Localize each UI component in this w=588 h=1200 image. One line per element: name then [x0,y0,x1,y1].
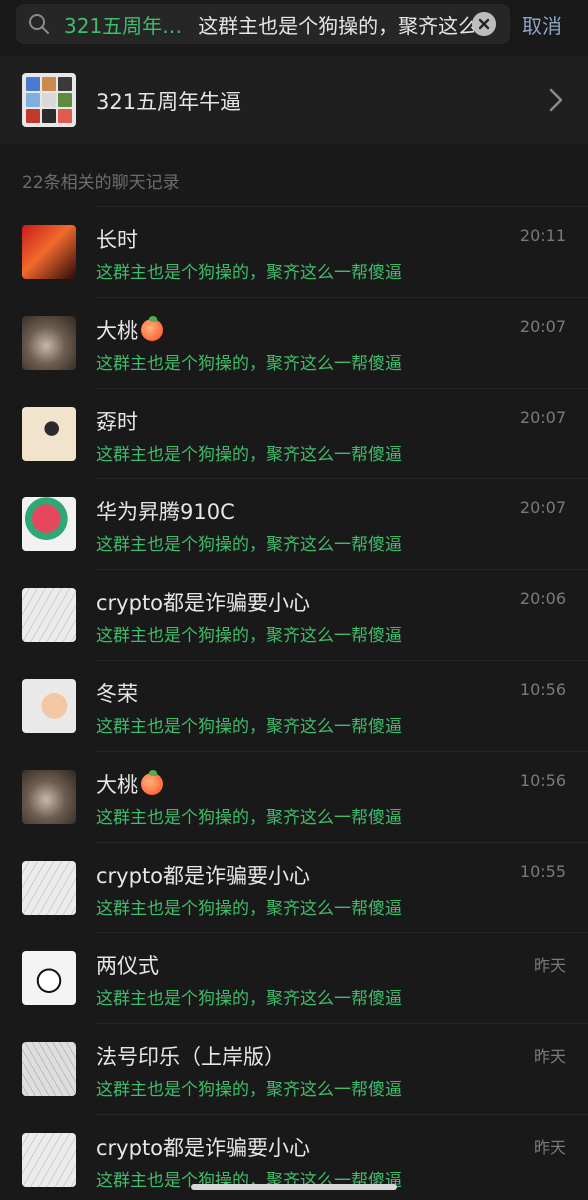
row-divider [96,1023,588,1025]
home-indicator [191,1184,397,1190]
sketch-avatar [22,1132,76,1187]
baby-avatar [22,678,76,733]
message-result-row[interactable]: crypto都是诈骗要小心这群主也是个狗操的，聚齐这么一帮傻逼 20:06 [0,569,588,660]
section-header: 22条相关的聊天记录 [22,173,180,193]
pencil-avatar [22,1042,76,1097]
message-result-row[interactable]: 大桃这群主也是个狗操的，聚齐这么一帮傻逼 20:07 [0,296,588,388]
message-result-row[interactable]: 长时这群主也是个狗操的，聚齐这么一帮傻逼 20:11 [0,206,588,297]
peach-icon [141,769,163,795]
message-time: 20:07 [519,316,566,336]
sender-name: 华为昇腾910C [96,500,235,525]
row-divider [96,569,588,571]
message-preview: 这群主也是个狗操的，聚齐这么一帮傻逼 [96,807,402,828]
sender-name: crypto都是诈骗要小心 [96,591,311,616]
sender-name: 大桃 [96,315,163,345]
sender-name: crypto都是诈骗要小心 [96,1135,311,1160]
message-results-list: 长时 这群主也是个狗操的，聚齐这么一帮傻逼 20:11 大桃 这群主也是个狗操的，聚齐这… [0,206,588,1200]
message-preview: 这群主也是个狗操的，聚齐这么一帮傻逼 [96,444,402,465]
sender-name: crypto都是诈骗要小心 [96,863,311,888]
message-preview: 这群主也是个狗操的，聚齐这么一帮傻逼 [96,1080,402,1101]
message-time: 10:56 [519,770,566,790]
search-input[interactable]: 321五周年… 这群主也是个狗操的，聚齐这么 [16,4,510,44]
sender-name: 长时 [96,228,138,252]
anime-avatar [22,497,76,552]
row-divider [96,659,588,661]
message-result-row[interactable]: crypto都是诈骗要小心这群主也是个狗操的，聚齐这么一帮傻逼 10:55 [0,841,588,933]
row-divider [96,478,588,480]
message-time: 昨天 [533,956,566,976]
sender-name: 大桃 [96,769,163,799]
message-time: 20:11 [519,226,566,245]
chevron-right-icon [549,88,563,112]
group-name: 321五周年牛逼 [96,90,242,114]
search-query-text[interactable]: 321五周年… 这群主也是个狗操的，聚齐这么 [64,4,474,44]
red-anime-avatar [22,225,76,279]
message-preview: 这群主也是个狗操的，聚齐这么一帮傻逼 [96,535,402,556]
message-time: 20:07 [519,498,566,518]
sketch-avatar [22,860,76,915]
message-time: 20:06 [519,589,566,609]
cat-avatar [22,315,76,370]
message-preview: 这群主也是个狗操的，聚齐这么一帮傻逼 [96,626,402,647]
search-bar: 321五周年… 这群主也是个狗操的，聚齐这么 取消 [0,0,588,52]
sender-name: 冬荣 [96,681,138,706]
message-preview: 这群主也是个狗操的，聚齐这么一帮傻逼 [96,353,402,374]
message-preview: 这群主也是个狗操的，聚齐这么一帮傻逼 [96,263,402,283]
sender-name: 孬时 [96,409,138,434]
sketch-avatar [22,588,76,643]
cancel-button[interactable]: 取消 [522,10,562,39]
message-result-row[interactable]: 大桃这群主也是个狗操的，聚齐这么一帮傻逼 10:56 [0,750,588,842]
message-result-row[interactable]: 华为昇腾910C 这群主也是个狗操的，聚齐这么一帮傻逼 20:07 [0,478,588,570]
message-preview: 这群主也是个狗操的，聚齐这么一帮傻逼 [96,716,402,737]
message-time: 20:07 [519,407,566,427]
clear-icon[interactable] [472,12,496,36]
message-time: 昨天 [533,1137,566,1157]
search-scope-chat: 321五周年… [64,13,183,38]
row-divider [96,387,588,389]
message-preview: 这群主也是个狗操的，聚齐这么一帮傻逼 [96,989,402,1010]
sender-name: 两仪式 [96,954,159,979]
peach-icon [141,315,163,341]
row-divider [96,206,588,207]
message-result-row[interactable]: 法号印乐（上岸版） 这群主也是个狗操的，聚齐这么一帮傻逼 昨天 [0,1023,588,1114]
message-result-row[interactable]: 两仪式这群主也是个狗操的，聚齐这么一帮傻逼 昨天 [0,932,588,1024]
sender-name: 法号印乐（上岸版） [96,1045,285,1070]
row-divider [96,296,588,298]
search-query: 这群主也是个狗操的，聚齐这么 [198,13,474,38]
message-time: 昨天 [533,1047,566,1067]
search-icon [29,14,49,34]
cat-avatar [22,769,76,824]
row-divider [96,750,588,752]
message-time: 10:55 [519,861,566,881]
cream-avatar [22,406,76,461]
message-time: 10:56 [519,679,566,699]
message-preview: 这群主也是个狗操的，聚齐这么一帮傻逼 [96,898,402,919]
row-divider [96,1113,588,1115]
chat-search-screen: 321五周年… 这群主也是个狗操的，聚齐这么 取消 321五周年牛逼 22条相关… [0,0,588,1200]
message-result-row[interactable]: 冬荣这群主也是个狗操的，聚齐这么一帮傻逼 10:56 [0,659,588,751]
message-result-row[interactable]: 孬时这群主也是个狗操的，聚齐这么一帮傻逼 20:07 [0,387,588,479]
row-divider [96,841,588,843]
group-avatar [22,73,76,127]
group-chat-result[interactable]: 321五周年牛逼 [0,56,588,144]
chibi-avatar [22,951,76,1006]
row-divider [96,932,588,934]
